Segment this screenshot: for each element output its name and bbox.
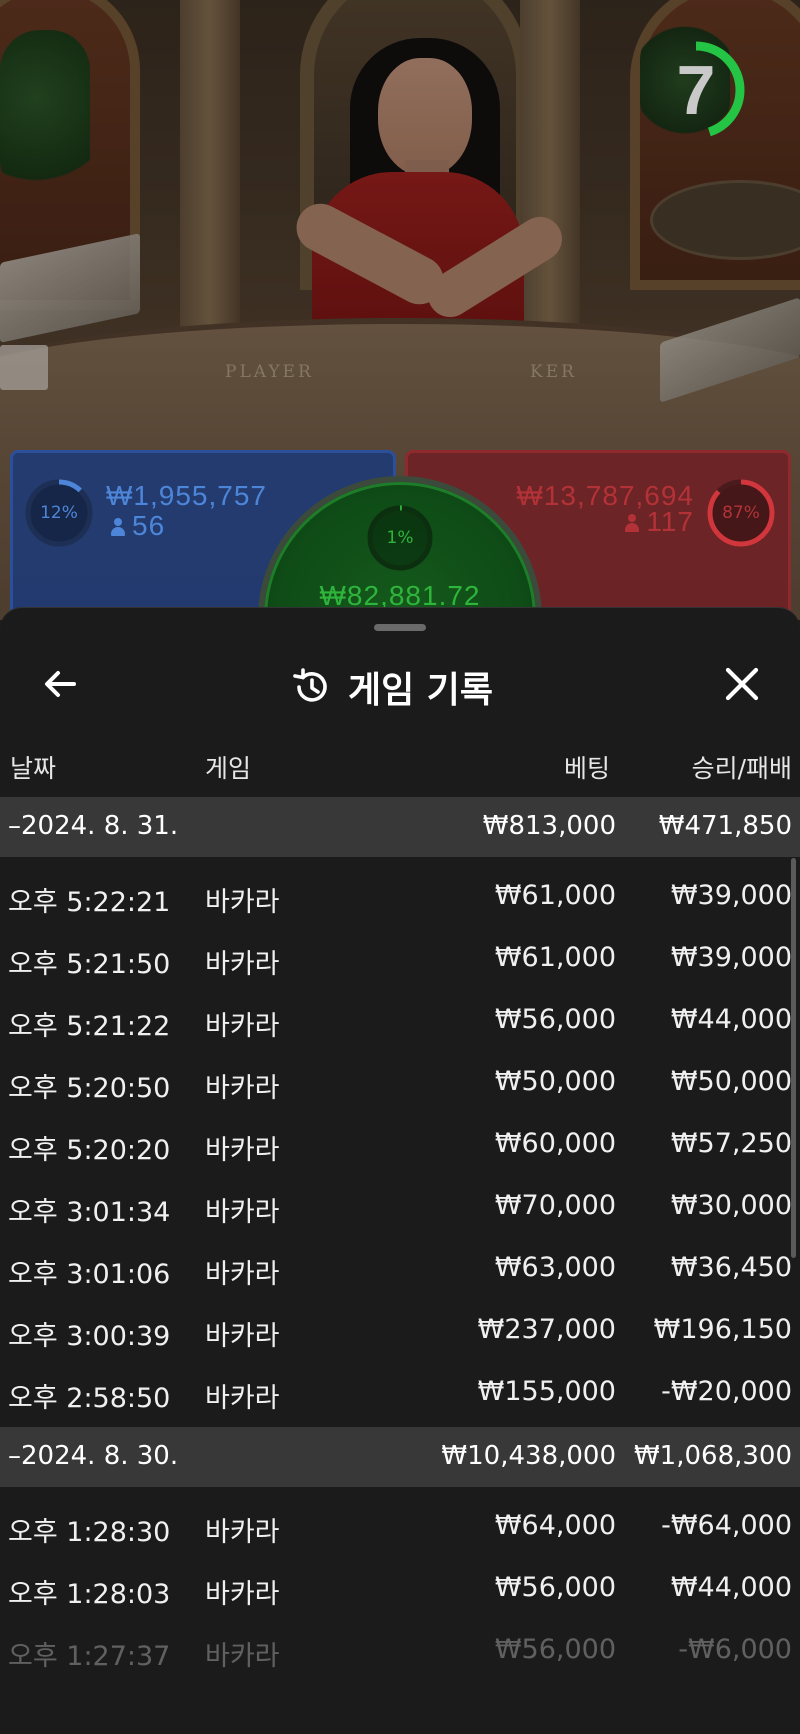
column-game: 게임	[205, 754, 252, 783]
sheet-header: 게임 기록	[0, 632, 800, 722]
row-game: 바카라	[205, 1011, 280, 1042]
arrow-left-icon	[45, 671, 76, 697]
history-row[interactable]: 오후 3:01:34 바카라 ₩70,000 ₩30,000	[0, 1173, 800, 1235]
player-count: 56	[110, 510, 165, 542]
game-history-sheet: 게임 기록 날짜 게임 베팅 승리/패배 –2024. 8. 31. ₩813,…	[0, 607, 800, 1734]
row-time: 오후 3:01:34	[8, 1197, 171, 1228]
tie-percent: 1%	[386, 528, 414, 548]
row-game: 바카라	[205, 1197, 280, 1228]
column-date: 날짜	[10, 754, 57, 783]
table-header: 날짜 게임 베팅 승리/패배	[0, 741, 800, 785]
history-row[interactable]: 오후 5:21:50 바카라 ₩61,000 ₩39,000	[0, 925, 800, 987]
drag-handle[interactable]	[374, 624, 426, 631]
row-time: 오후 3:00:39	[8, 1321, 171, 1352]
row-time: 오후 2:58:50	[8, 1383, 171, 1414]
row-bet: ₩61,000	[494, 942, 616, 973]
row-result: ₩196,150	[653, 1314, 792, 1345]
row-bet: ₩237,000	[477, 1314, 616, 1345]
row-bet: ₩61,000	[494, 880, 616, 911]
row-bet: ₩70,000	[494, 1190, 616, 1221]
row-game: 바카라	[205, 1259, 280, 1290]
row-result: -₩20,000	[661, 1376, 792, 1407]
banker-percent-ring: 87%	[704, 476, 778, 550]
group-bet-total: ₩10,438,000	[441, 1441, 616, 1471]
row-game: 바카라	[205, 1321, 280, 1352]
row-bet: ₩56,000	[494, 1004, 616, 1035]
row-bet: ₩64,000	[494, 1510, 616, 1541]
timer-value: 7	[676, 51, 716, 129]
row-game: 바카라	[205, 1641, 280, 1672]
row-result: -₩64,000	[661, 1510, 792, 1541]
group-date: –2024. 8. 31.	[8, 811, 179, 841]
row-result: ₩57,250	[670, 1128, 792, 1159]
row-result: ₩44,000	[670, 1572, 792, 1603]
countdown-timer: 7	[646, 30, 766, 150]
history-row[interactable]: 오후 1:28:03 바카라 ₩56,000 ₩44,000	[0, 1555, 800, 1617]
person-icon	[624, 514, 640, 532]
row-bet: ₩155,000	[477, 1376, 616, 1407]
date-group-row[interactable]: –2024. 8. 30. ₩10,438,000 ₩1,068,300	[0, 1427, 800, 1487]
history-row[interactable]: 오후 5:21:22 바카라 ₩56,000 ₩44,000	[0, 987, 800, 1049]
history-row[interactable]: 오후 1:28:30 바카라 ₩64,000 -₩64,000	[0, 1493, 800, 1555]
row-game: 바카라	[205, 1517, 280, 1548]
row-result: -₩6,000	[678, 1634, 792, 1665]
person-icon	[110, 518, 126, 536]
group-date: –2024. 8. 30.	[8, 1441, 179, 1471]
row-time: 오후 5:21:50	[8, 949, 171, 980]
sheet-title-wrap: 게임 기록	[290, 662, 493, 712]
row-result: ₩50,000	[670, 1066, 792, 1097]
history-row[interactable]: 오후 3:00:39 바카라 ₩237,000 ₩196,150	[0, 1297, 800, 1359]
group-result-total: ₩471,850	[658, 811, 792, 841]
history-row[interactable]: 오후 3:01:06 바카라 ₩63,000 ₩36,450	[0, 1235, 800, 1297]
player-bet-total: ₩1,955,757	[106, 480, 267, 511]
row-result: ₩39,000	[670, 880, 792, 911]
banker-count: 117	[624, 506, 694, 538]
column-bet: 베팅	[563, 754, 610, 783]
tie-percent-ring: 1%	[364, 502, 436, 574]
history-row[interactable]: 오후 5:20:20 바카라 ₩60,000 ₩57,250	[0, 1111, 800, 1173]
group-result-total: ₩1,068,300	[633, 1441, 792, 1471]
banker-percent: 87%	[722, 503, 760, 523]
row-time: 오후 5:21:22	[8, 1011, 171, 1042]
group-bet-total: ₩813,000	[482, 811, 616, 841]
scrollbar[interactable]	[791, 858, 796, 1258]
row-bet: ₩50,000	[494, 1066, 616, 1097]
history-row[interactable]: 오후 1:27:37 바카라 ₩56,000 -₩6,000	[0, 1617, 800, 1679]
row-game: 바카라	[205, 1383, 280, 1414]
row-result: ₩36,450	[670, 1252, 792, 1283]
row-game: 바카라	[205, 949, 280, 980]
row-bet: ₩63,000	[494, 1252, 616, 1283]
row-time: 오후 1:28:03	[8, 1579, 171, 1610]
row-game: 바카라	[205, 1135, 280, 1166]
history-icon	[293, 668, 327, 702]
history-row[interactable]: 오후 5:20:50 바카라 ₩50,000 ₩50,000	[0, 1049, 800, 1111]
row-bet: ₩56,000	[494, 1572, 616, 1603]
row-time: 오후 5:20:20	[8, 1135, 171, 1166]
date-group-row[interactable]: –2024. 8. 31. ₩813,000 ₩471,850	[0, 797, 800, 857]
row-game: 바카라	[205, 1579, 280, 1610]
player-percent: 12%	[40, 503, 78, 523]
row-result: ₩30,000	[670, 1190, 792, 1221]
player-percent-ring: 12%	[22, 476, 96, 550]
history-row[interactable]: 오후 5:22:21 바카라 ₩61,000 ₩39,000	[0, 863, 800, 925]
row-bet: ₩60,000	[494, 1128, 616, 1159]
close-icon	[725, 667, 759, 701]
row-time: 오후 5:22:21	[8, 887, 171, 918]
row-game: 바카라	[205, 1073, 280, 1104]
row-time: 오후 5:20:50	[8, 1073, 171, 1104]
row-time: 오후 1:28:30	[8, 1517, 171, 1548]
history-list: –2024. 8. 31. ₩813,000 ₩471,850 오후 5:22:…	[0, 797, 800, 1679]
row-bet: ₩56,000	[494, 1634, 616, 1665]
history-row[interactable]: 오후 2:58:50 바카라 ₩155,000 -₩20,000	[0, 1359, 800, 1421]
row-game: 바카라	[205, 887, 280, 918]
column-result: 승리/패배	[691, 754, 792, 783]
row-result: ₩44,000	[670, 1004, 792, 1035]
row-result: ₩39,000	[670, 942, 792, 973]
row-time: 오후 1:27:37	[8, 1641, 171, 1672]
sheet-title: 게임 기록	[348, 670, 494, 711]
row-time: 오후 3:01:06	[8, 1259, 171, 1290]
close-button[interactable]	[706, 648, 778, 720]
back-button[interactable]	[24, 648, 96, 720]
